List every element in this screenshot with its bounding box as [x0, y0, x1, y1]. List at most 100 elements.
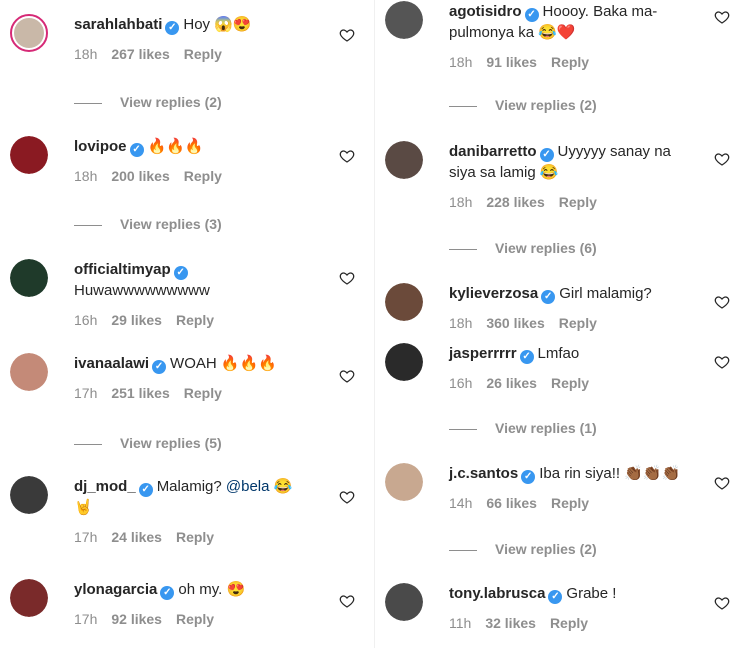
likes-count[interactable]: 228 likes — [486, 194, 544, 210]
view-replies-label[interactable]: View replies (3) — [120, 216, 222, 232]
comment-meta: 18h 228 likes Reply — [449, 194, 699, 210]
reply-button[interactable]: Reply — [184, 168, 222, 184]
view-replies-label[interactable]: View replies (2) — [495, 541, 597, 557]
likes-count[interactable]: 267 likes — [111, 46, 169, 62]
comment-emoji: 😂 — [273, 478, 293, 495]
comment-body: jasperrrrr ✓ Lmfao 16h 26 likes Reply — [449, 343, 699, 391]
comment-time: 18h — [449, 54, 473, 70]
comment-body: ylonagarcia ✓ oh my. 😍 17h 92 likes Reply — [74, 579, 324, 627]
heart-outline-icon[interactable] — [714, 595, 730, 611]
comment-text: Hoooy. Baka ma- — [542, 3, 658, 20]
verified-badge-icon: ✓ — [521, 470, 536, 484]
reply-button[interactable]: Reply — [559, 315, 597, 331]
username-link[interactable]: sarahlahbati — [74, 16, 162, 33]
likes-count[interactable]: 200 likes — [111, 168, 169, 184]
reply-button[interactable]: Reply — [176, 611, 214, 627]
reply-button[interactable]: Reply — [550, 615, 588, 631]
view-replies-label[interactable]: View replies (1) — [495, 420, 597, 436]
reply-button[interactable]: Reply — [176, 312, 214, 328]
heart-outline-icon[interactable] — [714, 294, 730, 310]
comment-emoji: 🔥🔥🔥 — [220, 355, 277, 372]
likes-count[interactable]: 32 likes — [485, 615, 536, 631]
likes-count[interactable]: 66 likes — [486, 495, 537, 511]
username-link[interactable]: ylonagarcia — [74, 581, 157, 598]
comment-text: oh my. — [178, 581, 223, 598]
username-link[interactable]: tony.labrusca — [449, 585, 545, 602]
reply-button[interactable]: Reply — [176, 529, 214, 545]
reply-button[interactable]: Reply — [184, 385, 222, 401]
heart-outline-icon[interactable] — [714, 151, 730, 167]
avatar[interactable] — [385, 141, 423, 179]
heart-outline-icon[interactable] — [714, 475, 730, 491]
comment-body: kylieverzosa ✓ Girl malamig? 18h 360 likes R… — [449, 283, 699, 331]
view-replies-button[interactable]: View replies (2) — [74, 94, 222, 110]
username-link[interactable]: agotisidro — [449, 3, 522, 20]
comment-body: lovipoe ✓ 🔥🔥🔥 18h 200 likes Reply — [74, 136, 324, 184]
avatar[interactable] — [385, 283, 423, 321]
comment-text: Huwawwwwwwwww — [74, 282, 210, 299]
username-link[interactable]: kylieverzosa — [449, 285, 538, 302]
avatar[interactable] — [10, 14, 48, 52]
heart-outline-icon[interactable] — [339, 489, 355, 505]
heart-outline-icon[interactable] — [339, 368, 355, 384]
reply-button[interactable]: Reply — [551, 495, 589, 511]
view-replies-button[interactable]: View replies (3) — [74, 216, 222, 232]
reply-button[interactable]: Reply — [184, 46, 222, 62]
comment-text: Grabe ! — [566, 585, 617, 602]
comment-text-line: tony.labrusca ✓ Grabe ! — [449, 583, 699, 604]
verified-badge-icon: ✓ — [548, 590, 563, 604]
avatar[interactable] — [385, 343, 423, 381]
avatar[interactable] — [385, 463, 423, 501]
likes-count[interactable]: 24 likes — [111, 529, 162, 545]
likes-count[interactable]: 26 likes — [486, 375, 537, 391]
comment-time: 11h — [449, 615, 472, 631]
verified-badge-icon: ✓ — [138, 483, 153, 497]
likes-count[interactable]: 360 likes — [486, 315, 544, 331]
avatar[interactable] — [10, 476, 48, 514]
view-replies-button[interactable]: View replies (2) — [449, 541, 597, 557]
username-link[interactable]: danibarretto — [449, 143, 537, 160]
likes-count[interactable]: 92 likes — [111, 611, 162, 627]
view-replies-label[interactable]: View replies (2) — [120, 94, 222, 110]
username-link[interactable]: officialtimyap — [74, 261, 171, 278]
reply-button[interactable]: Reply — [551, 375, 589, 391]
heart-outline-icon[interactable] — [339, 270, 355, 286]
heart-outline-icon[interactable] — [339, 593, 355, 609]
heart-outline-icon[interactable] — [714, 9, 730, 25]
username-link[interactable]: j.c.santos — [449, 465, 518, 482]
view-replies-button[interactable]: View replies (5) — [74, 435, 222, 451]
avatar[interactable] — [385, 1, 423, 39]
likes-count[interactable]: 251 likes — [111, 385, 169, 401]
view-replies-label[interactable]: View replies (5) — [120, 435, 222, 451]
verified-badge-icon: ✓ — [524, 8, 539, 22]
comment-emoji: 🔥🔥🔥 — [147, 138, 204, 155]
username-link[interactable]: ivanaalawi — [74, 355, 149, 372]
comment-body: ivanaalawi ✓ WOAH 🔥🔥🔥 17h 251 likes Reply — [74, 353, 324, 401]
avatar[interactable] — [385, 583, 423, 621]
comment-body: agotisidro ✓ Hoooy. Baka ma- pulmonya ka 😂… — [449, 1, 699, 70]
likes-count[interactable]: 29 likes — [111, 312, 162, 328]
view-replies-button[interactable]: View replies (2) — [449, 97, 597, 113]
heart-outline-icon[interactable] — [714, 354, 730, 370]
view-replies-label[interactable]: View replies (6) — [495, 240, 597, 256]
username-link[interactable]: dj_mod_ — [74, 478, 136, 495]
username-link[interactable]: lovipoe — [74, 138, 127, 155]
mention-link[interactable]: @bela — [226, 478, 270, 495]
view-replies-label[interactable]: View replies (2) — [495, 97, 597, 113]
avatar[interactable] — [10, 353, 48, 391]
username-link[interactable]: jasperrrrr — [449, 345, 517, 362]
avatar[interactable] — [10, 579, 48, 617]
comment-emoji: 🤘 — [74, 499, 93, 516]
comment-emoji: 😂❤️ — [538, 24, 576, 41]
comment-text: Malamig? — [156, 478, 222, 495]
avatar[interactable] — [10, 136, 48, 174]
heart-outline-icon[interactable] — [339, 27, 355, 43]
verified-badge-icon: ✓ — [541, 290, 556, 304]
view-replies-button[interactable]: View replies (1) — [449, 420, 597, 436]
heart-outline-icon[interactable] — [339, 148, 355, 164]
reply-button[interactable]: Reply — [559, 194, 597, 210]
avatar[interactable] — [10, 259, 48, 297]
view-replies-button[interactable]: View replies (6) — [449, 240, 597, 256]
likes-count[interactable]: 91 likes — [486, 54, 537, 70]
reply-button[interactable]: Reply — [551, 54, 589, 70]
